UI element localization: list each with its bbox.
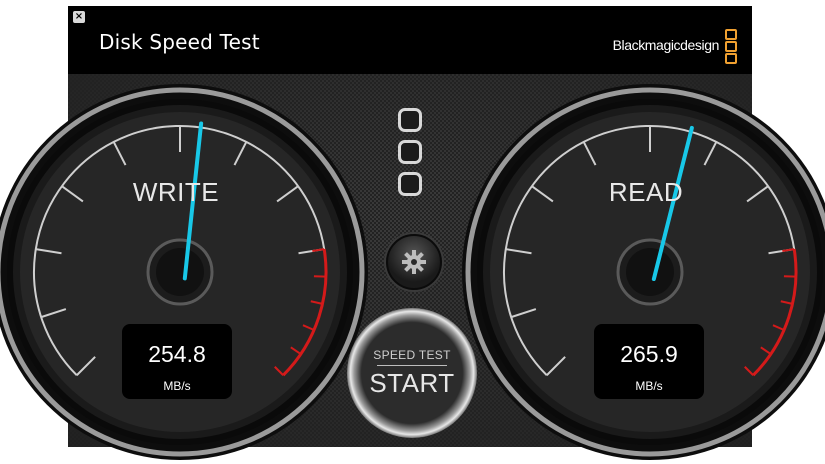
- title-bar: × Disk Speed Test Blackmagicdesign: [68, 6, 752, 74]
- read-speed-value: 265.9: [594, 341, 704, 368]
- read-gauge-label: READ: [586, 177, 706, 208]
- write-gauge: [0, 80, 372, 464]
- write-gauge-hub-center: [156, 248, 204, 296]
- start-button-label: START: [347, 368, 477, 399]
- write-gauge-label: WRITE: [116, 177, 236, 208]
- read-gauge: [458, 80, 825, 464]
- read-gauge-hub-center: [626, 248, 674, 296]
- start-button-divider: [377, 365, 447, 366]
- settings-button[interactable]: [386, 234, 442, 290]
- write-speed-value: 254.8: [122, 341, 232, 368]
- blackmagic-logo-icon: [725, 29, 737, 62]
- write-readout: 254.8 MB/s: [122, 324, 232, 399]
- speed-test-start-button[interactable]: SPEED TEST START: [347, 308, 477, 438]
- read-speed-unit: MB/s: [594, 379, 704, 393]
- blackmagic-emblem-icon: [398, 108, 428, 204]
- start-button-caption: SPEED TEST: [347, 348, 477, 362]
- write-speed-unit: MB/s: [122, 379, 232, 393]
- read-readout: 265.9 MB/s: [594, 324, 704, 399]
- brand-name: Blackmagicdesign: [613, 37, 719, 53]
- close-icon[interactable]: ×: [73, 11, 85, 23]
- gear-icon: [401, 249, 427, 275]
- window-title: Disk Speed Test: [99, 30, 260, 54]
